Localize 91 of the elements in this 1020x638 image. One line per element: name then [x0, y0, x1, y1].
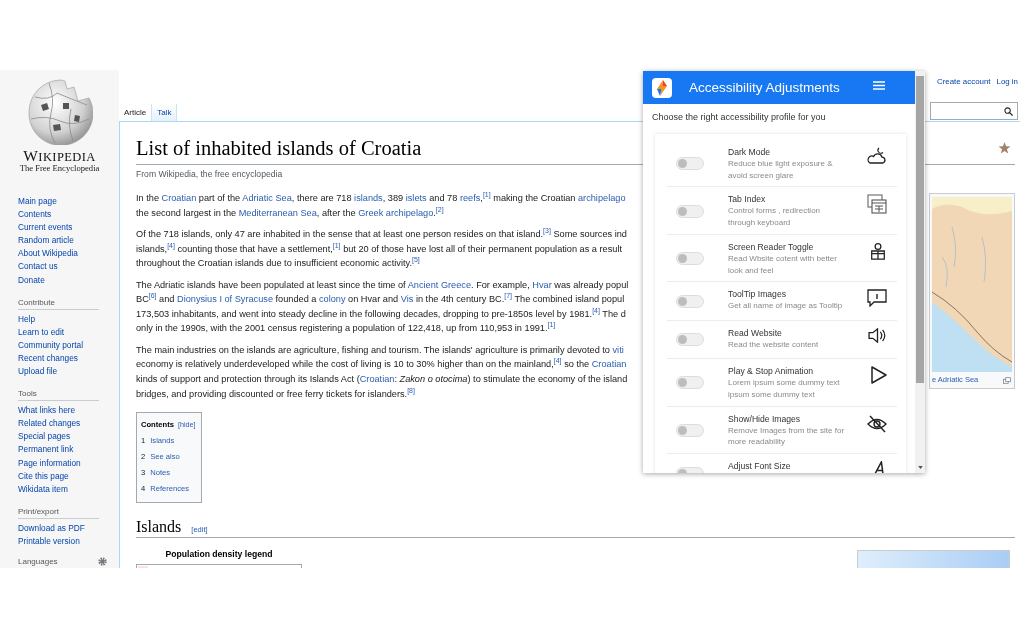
- sidebar-link[interactable]: Cite this page: [18, 469, 69, 483]
- sidebar-link[interactable]: Current events: [18, 221, 73, 235]
- toggle-switch[interactable]: [676, 333, 704, 347]
- cloud-moon-icon: [867, 147, 887, 165]
- scroll-down-arrow-icon[interactable]: [917, 466, 923, 469]
- option-title: Read Website: [728, 326, 782, 339]
- person-book-icon: [869, 241, 887, 260]
- wordmark: WIKIPEDIA: [23, 150, 96, 163]
- sidebar-link[interactable]: Permanent link: [18, 443, 74, 457]
- play-icon: [871, 366, 887, 385]
- tagline: The Free Encyclopedia: [19, 164, 100, 173]
- sidebar-link[interactable]: Help: [18, 312, 36, 326]
- option-title: Dark Mode: [728, 146, 771, 158]
- toggle-switch[interactable]: [676, 376, 704, 390]
- info-bubble-icon: [867, 289, 887, 308]
- sidebar-heading: Tools: [18, 388, 99, 402]
- gear-icon[interactable]: [98, 556, 107, 566]
- option-description: Get all name of image as Tooltip: [728, 300, 844, 312]
- option-description: Lorem ipsum some dummy text ipsum some dummy text: [728, 377, 841, 401]
- sidebar-link[interactable]: Donate: [18, 273, 45, 287]
- panel-subtitle: Choose the right accessibility profile for you: [652, 111, 826, 123]
- option-description: Read Wbsite cotent with better look and feel: [728, 252, 838, 277]
- page-subtitle: From Wikipedia, the free encyclopedia: [136, 169, 283, 180]
- sidebar-link[interactable]: Main page: [18, 195, 57, 209]
- toggle-switch[interactable]: [676, 294, 704, 308]
- toggle-switch[interactable]: [676, 204, 704, 218]
- legend-title: Population density legend: [164, 548, 274, 560]
- option-title: Play & Stop Animation: [728, 365, 814, 378]
- option-description: Reduce blue light exposure & avoid screen glare: [728, 158, 834, 182]
- option-title: Screen Reader Toggle: [728, 240, 814, 253]
- text-link[interactable]: Croatian: [161, 193, 197, 203]
- sidebar-link[interactable]: Recent changes: [18, 351, 78, 366]
- article-paragraph: Of the 718 islands, only 47 are inhabited in the sense that at least one person resides on that island.$^{[3]}$ Some sources ind islands,$^{[4]}$ counting those that have a settlement,$^{[1]}$ but 20 of those have lost all of their permanent population as a result throughout the Croatian islands due to insufficient economic activity.$^{[5]}$: [136, 227, 627, 271]
- text-link[interactable]: Croatian: [591, 359, 627, 370]
- sidebar-link[interactable]: What links here: [18, 404, 76, 418]
- scrollbar-thumb[interactable]: [916, 76, 924, 383]
- article-paragraph: The Adriatic islands have been populated at least since the time of Ancient Greece. For example, Hvar was already popul BC$^{[6]}$ and Dionysius I of Syracuse founded a colony on Hvar and Vis in the 4th century BC.$^{[7]}$ The combined island popul 173,503 inhabitants, and went into steady decline in the following decades, dropping to pre-1850s level by 1981.$^{[4]}$ The d only in the 1990s, with the 2001 census registering a population of 122,418, up from 110,953 in 1991.$^{[1]}$: [136, 278, 629, 336]
- text-link[interactable]: Dionysius I of Syracuse: [177, 294, 273, 305]
- speaker-icon: [868, 327, 887, 343]
- sidebar-link[interactable]: Contents: [18, 208, 52, 222]
- sidebar-heading: Print/export: [18, 505, 99, 519]
- text-link[interactable]: Hvar: [532, 279, 552, 290]
- text-link[interactable]: archipelago: [578, 193, 626, 203]
- article-paragraph: In the Croatian part of the Adriatic Sea, there are 718 islands, 389 islets and 78 reefs,$^{[1]}$ making the Croatian archipelago the second largest in the Mediterranean Sea, after the Greek archipelago.$^{[2]}$: [136, 191, 626, 220]
- menu-icon[interactable]: [873, 80, 885, 90]
- sidebar-link[interactable]: Learn to edit: [18, 325, 65, 339]
- sidebar-link[interactable]: About Wikipedia: [18, 247, 78, 261]
- font-icon: [872, 461, 887, 473]
- section-heading: Islands: [136, 516, 182, 537]
- puzzle-globe-logo[interactable]: [26, 79, 93, 145]
- sidebar-link[interactable]: Contact us: [18, 260, 58, 274]
- option-description: Read the website content: [728, 338, 820, 351]
- text-link[interactable]: Mediterranean Sea: [238, 207, 317, 218]
- page-title: List of inhabited islands of Croatia: [136, 136, 422, 161]
- sidebar-link[interactable]: Printable version: [18, 534, 80, 548]
- option-description: Control forms , redirection through keyboard: [728, 205, 822, 229]
- text-link[interactable]: islands: [354, 193, 383, 203]
- option-title: Adjust Font Size: [728, 460, 791, 473]
- eye-slash-icon: [867, 413, 887, 434]
- search-field[interactable]: [930, 102, 1018, 120]
- search-icon[interactable]: [1004, 106, 1013, 116]
- enlarge-icon[interactable]: [1003, 376, 1011, 384]
- toggle-switch[interactable]: [676, 157, 704, 171]
- toggle-switch[interactable]: [676, 252, 704, 265]
- sidebar-link[interactable]: Wikidata item: [18, 482, 68, 496]
- option-title: Show/Hide Images: [728, 412, 801, 425]
- star-icon: [998, 142, 1011, 154]
- panel-title: Accessibility Adjustments: [689, 79, 840, 96]
- option-description: Remove Images from the site for more readability: [728, 424, 846, 449]
- sidebar-heading: Contribute: [18, 296, 99, 310]
- text-link[interactable]: colony: [319, 294, 346, 305]
- option-title: ToolTip Images: [728, 288, 786, 301]
- sidebar-link[interactable]: Upload file: [18, 365, 58, 379]
- toggle-switch[interactable]: [676, 423, 704, 437]
- text-link[interactable]: islets: [405, 193, 427, 203]
- sidebar-link[interactable]: Special pages: [18, 430, 71, 444]
- text-link[interactable]: viti: [612, 344, 624, 355]
- window-grid-icon: [867, 194, 887, 215]
- option-title: Tab Index: [728, 193, 766, 206]
- sidebar-link[interactable]: Random article: [18, 234, 74, 248]
- bolt-logo-icon[interactable]: [652, 77, 672, 98]
- sidebar-link[interactable]: Page information: [18, 456, 81, 470]
- text-link[interactable]: Vis: [400, 294, 414, 305]
- article-paragraph: The main industries on the islands are agriculture, fishing and tourism. The islands' agriculture is primarily devoted to viti economy is relatively underdeveloped while the cost of living is 10 to 30% higher than on the mainland,$^{[4]}$ so the Croatian kinds of support and protection through its Islands Act (Croatian: Zakon o otocima) to stimulate the economy of the island bridges, and providing discounted or free ferry tickets for islanders.$^{[8]}$: [136, 343, 628, 401]
- sidebar-heading: Languages: [18, 555, 58, 567]
- text-link[interactable]: Adriatic Sea: [242, 193, 292, 203]
- sidebar-link[interactable]: Download as PDF: [18, 521, 85, 535]
- page-tab[interactable]: Talk: [152, 104, 178, 121]
- sidebar-link[interactable]: Community portal: [18, 338, 83, 352]
- sidebar-link[interactable]: Related changes: [18, 417, 81, 431]
- text-link[interactable]: Greek archipelago: [358, 207, 434, 218]
